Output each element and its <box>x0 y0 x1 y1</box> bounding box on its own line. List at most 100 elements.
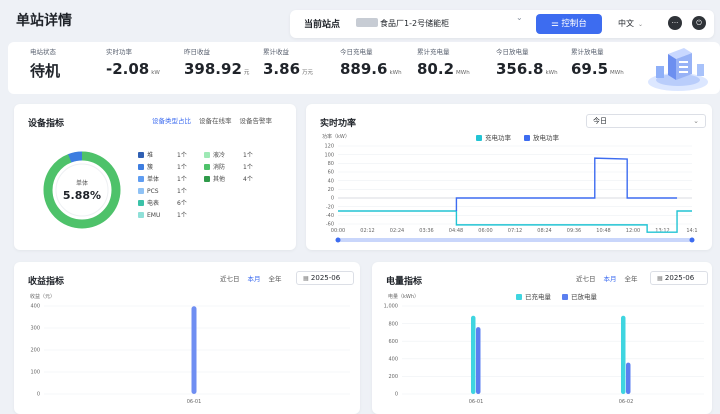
y-axis-label: 电量（kWh） <box>388 293 419 300</box>
y-tick-label: 0 <box>395 392 398 398</box>
device-metrics-tabs: 设备类型占比 设备在线率 设备告警率 <box>152 115 272 125</box>
kpi-value: 889.6 <box>340 60 388 78</box>
y-axis-label: 功率（kW） <box>322 133 350 140</box>
kpi-unit: MWh <box>610 70 624 76</box>
device-item: 簇 1个 <box>138 162 187 171</box>
device-swatch <box>138 200 144 206</box>
power-icon[interactable]: ⏻ <box>692 16 706 30</box>
kpi-unit: 万元 <box>302 70 314 76</box>
kpi-value: -2.08 <box>106 60 150 78</box>
y-tick-label: 0 <box>37 392 40 398</box>
x-tick-label: 13:12 <box>655 228 669 234</box>
x-tick-label: 06-01 <box>187 399 202 405</box>
x-tick-label: 12:00 <box>626 228 640 234</box>
x-tick-label: 04:48 <box>449 228 463 234</box>
y-tick-label: 80 <box>328 161 334 167</box>
kpi-unit: kW <box>151 70 160 76</box>
energy-card: 电量指标 近七日 本月 全年 ▦ 2025-06 已充电量 已放电量 电量（kW… <box>372 262 712 414</box>
y-tick-label: 400 <box>30 304 40 310</box>
donut-label: 单体 <box>76 179 88 187</box>
tab-online-rate[interactable]: 设备在线率 <box>199 115 232 125</box>
device-item-count: 4个 <box>243 176 253 183</box>
y-tick-label: 0 <box>331 196 334 202</box>
kpi-label: 今日放电量 <box>496 48 529 56</box>
y-tick-label: 300 <box>30 326 40 332</box>
energy-chart: 电量（kWh） 1,000 800 600 400 200 0 06-01 06-02 <box>384 293 704 405</box>
x-tick-label: 02:24 <box>390 228 404 234</box>
device-item-count: 1个 <box>177 164 187 171</box>
x-tick-label: 14:1 <box>686 228 697 234</box>
kpi-unit: kWh <box>389 70 402 76</box>
device-swatch <box>138 164 144 170</box>
device-item-count: 1个 <box>177 212 187 219</box>
site-select[interactable]: 食品厂1-2号储能柜 <box>352 14 522 34</box>
device-item: PCS 1个 <box>138 186 187 195</box>
zoom-scrollbar <box>338 238 692 242</box>
device-item: 消防 1个 <box>204 162 253 171</box>
device-item-name: 簇 <box>147 164 154 171</box>
x-tick-label: 06:00 <box>478 228 492 234</box>
redacted-prefix <box>356 18 378 27</box>
kpi-3: 累计收益 3.86 万元 <box>263 46 313 78</box>
x-tick-label: 07:12 <box>508 228 522 234</box>
realtime-power-card: 实时功率 今日 ⌄ 充电功率 放电功率 功率（kW） 120 100 80 60 40 20… <box>306 104 712 250</box>
x-tick-label: 08:24 <box>537 228 551 234</box>
kpi-label: 实时功率 <box>106 48 132 56</box>
zoom-handle-right <box>689 237 695 243</box>
card-title: 设备指标 <box>28 119 65 129</box>
device-item-name: 单体 <box>147 176 160 183</box>
energy-bar-charged <box>621 315 626 394</box>
kpi-4: 今日充电量 889.6 kWh <box>340 46 402 78</box>
device-swatch <box>138 188 144 194</box>
kpi-2: 昨日收益 398.92 元 <box>184 46 249 78</box>
y-tick-label: 200 <box>388 374 398 380</box>
device-item-count: 1个 <box>177 152 187 159</box>
y-tick-label: -60 <box>326 222 334 228</box>
y-axis-label: 收益（元） <box>30 293 55 300</box>
device-swatch <box>204 164 210 170</box>
x-tick-label: 00:00 <box>331 228 345 234</box>
kpi-label: 累计充电量 <box>417 48 450 56</box>
device-item: 单体 1个 <box>138 174 187 183</box>
device-item-name: EMU <box>147 212 161 219</box>
kpi-7: 累计放电量 69.5 MWh <box>571 46 624 78</box>
page-title: 单站详情 <box>16 13 72 29</box>
y-tick-label: 40 <box>328 178 334 184</box>
language-select[interactable]: 中文 ⌄ <box>618 16 643 33</box>
kpi-label: 电站状态 <box>30 48 56 56</box>
y-tick-label: 200 <box>30 348 40 354</box>
y-tick-label: -20 <box>326 204 334 210</box>
x-tick-label: 03:36 <box>419 228 433 234</box>
device-item: 其他 4个 <box>204 174 253 183</box>
y-tick-label: 100 <box>324 152 334 158</box>
kpi-unit: MWh <box>456 70 470 76</box>
device-swatch <box>204 152 210 158</box>
x-tick-label: 10:48 <box>596 228 610 234</box>
kpi-unit: kWh <box>545 70 558 76</box>
device-item: 液冷 1个 <box>204 150 253 159</box>
device-item-count: 1个 <box>177 188 187 195</box>
message-icon[interactable]: ··· <box>668 16 682 30</box>
tab-device-type[interactable]: 设备类型占比 <box>152 115 191 125</box>
y-tick-label: 100 <box>30 370 40 376</box>
device-swatch <box>138 152 144 158</box>
kpi-label: 今日充电量 <box>340 48 373 56</box>
device-item-name: 液冷 <box>213 152 226 159</box>
kpi-value: 待机 <box>30 62 61 80</box>
chevron-down-icon: ⌄ <box>516 13 523 22</box>
kpi-1: 实时功率 -2.08 kW <box>106 46 160 78</box>
device-item-count: 1个 <box>177 176 187 183</box>
y-tick-label: 20 <box>328 187 334 193</box>
kpi-label: 累计放电量 <box>571 48 604 56</box>
device-item: EMU 1个 <box>138 210 187 219</box>
control-panel-button[interactable]: ⚌ 控制台 <box>536 14 602 34</box>
kpi-label: 昨日收益 <box>184 48 210 56</box>
tab-alarm-rate[interactable]: 设备告警率 <box>240 115 273 125</box>
y-tick-label: 400 <box>388 357 398 363</box>
language-label: 中文 <box>618 19 634 28</box>
y-tick-label: 600 <box>388 339 398 345</box>
kpi-value: 69.5 <box>571 60 609 78</box>
y-tick-label: 60 <box>328 170 334 176</box>
x-tick-label: 02:12 <box>360 228 374 234</box>
control-button-label: 控制台 <box>561 19 587 29</box>
